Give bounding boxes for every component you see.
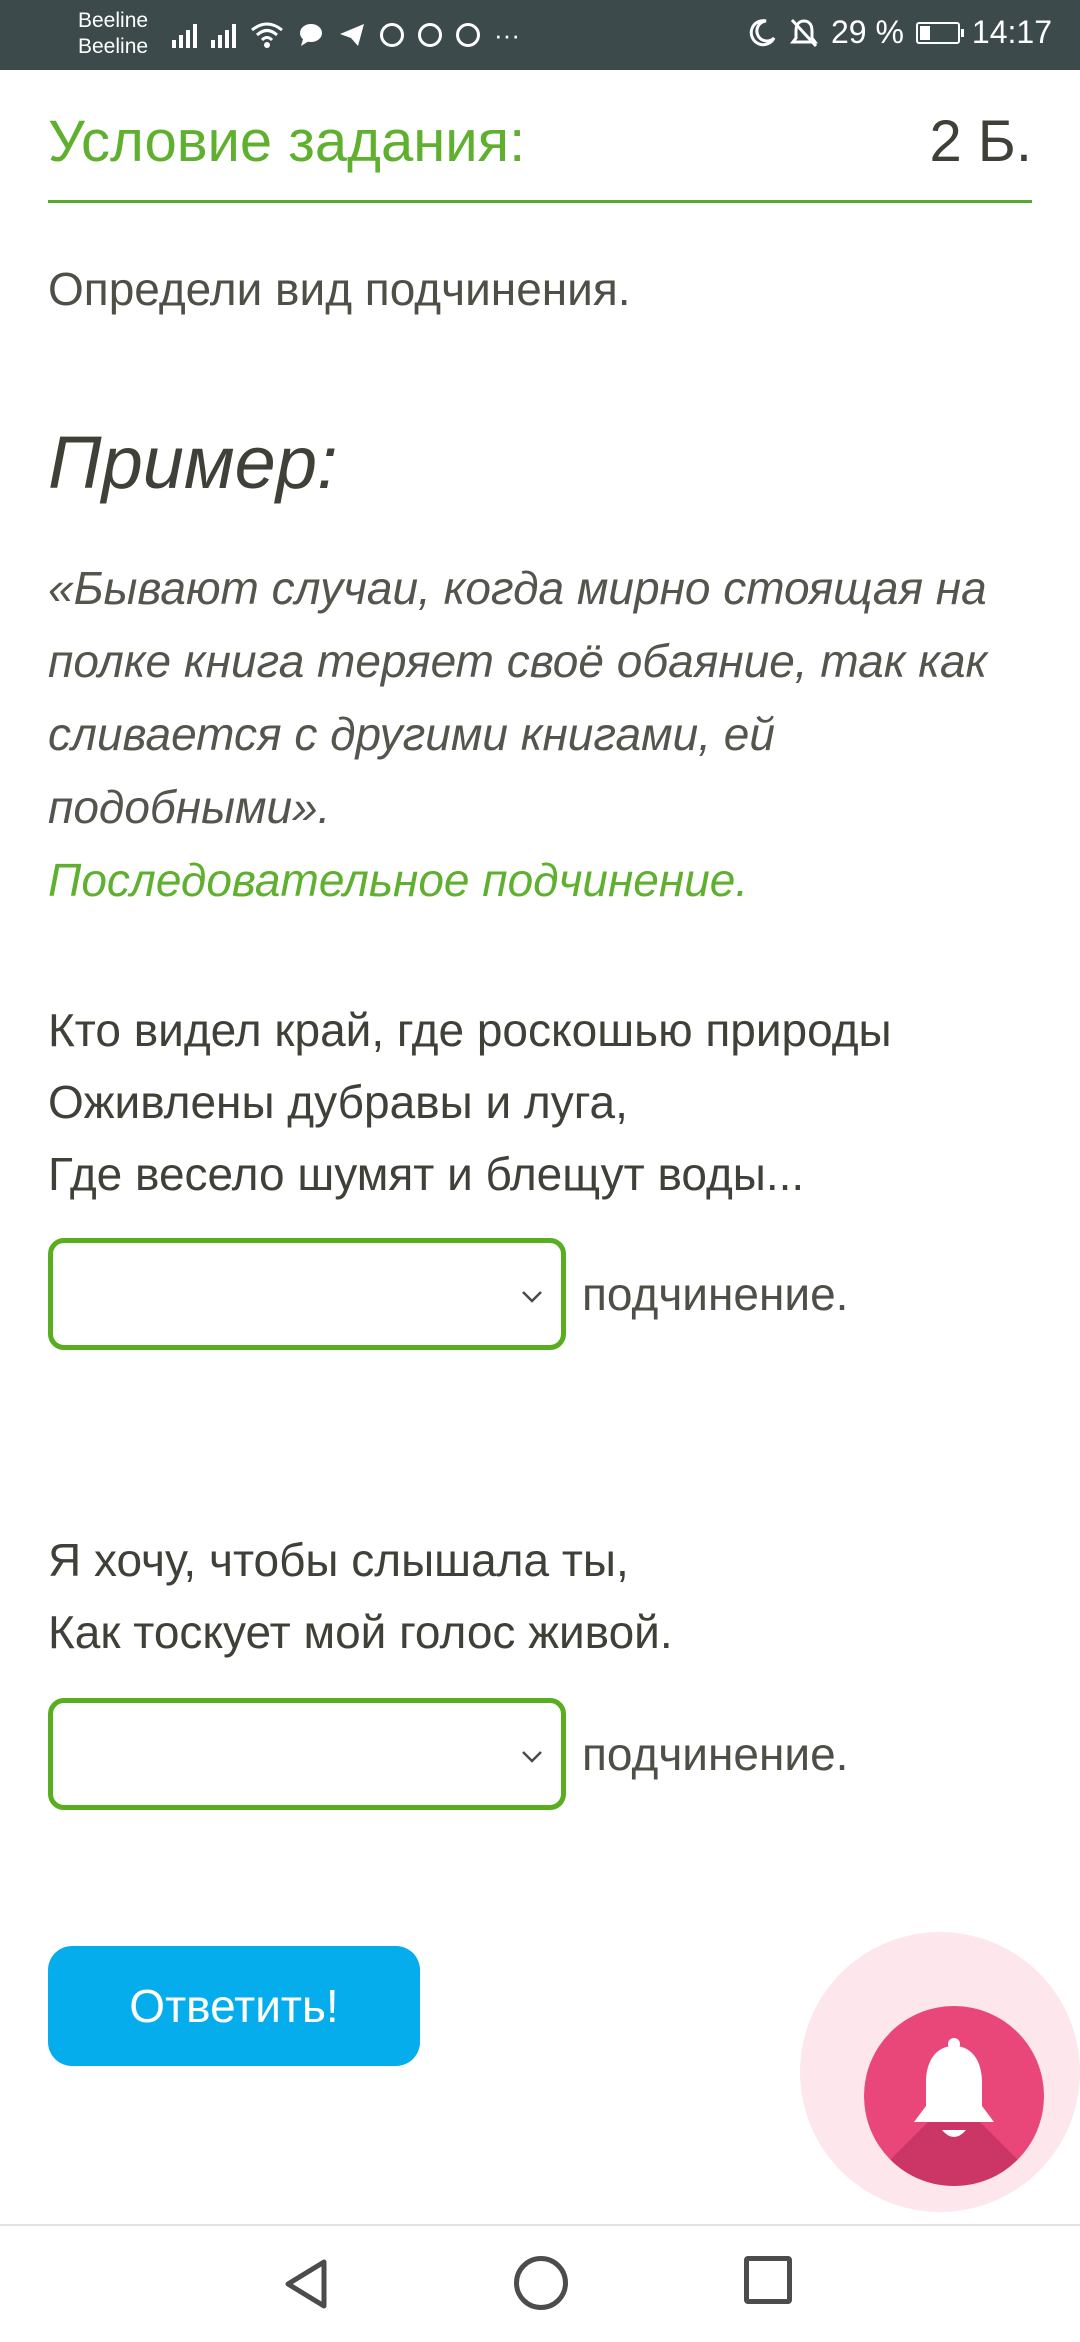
bell-off-icon — [789, 18, 818, 47]
example-line: полке книга теряет своё обаяние, так как — [48, 635, 988, 687]
signal-icon — [211, 22, 236, 48]
chrome-icon — [456, 23, 480, 47]
question-line: Кто видел край, где роскошью природы — [48, 1004, 892, 1056]
chevron-down-icon — [522, 1291, 542, 1303]
example-answer: Последовательное подчинение. — [48, 854, 749, 906]
recent-apps-icon[interactable] — [744, 2256, 792, 2304]
question-line: Оживлены дубравы и луга, — [48, 1076, 628, 1128]
battery-percent: 29 % — [830, 14, 904, 50]
example-block: «Бывают случаи, когда мирно стоящая на п… — [48, 552, 1032, 917]
status-bar: Beeline Beeline ··· 29 % 14:17 — [0, 0, 1080, 70]
example-line: сливается с другими книгами, ей — [48, 708, 775, 760]
points-badge: 2 Б. — [929, 109, 1032, 174]
subordination-type-select-2[interactable] — [48, 1698, 566, 1810]
clock: 14:17 — [971, 14, 1052, 50]
example-heading: Пример: — [48, 421, 338, 504]
page-title: Условие задания: — [48, 109, 526, 174]
system-nav-bar — [0, 2224, 1080, 2342]
example-line: подобными». — [48, 781, 331, 833]
chrome-icon — [418, 23, 442, 47]
carrier-1: Beeline — [78, 9, 149, 32]
example-line: «Бывают случаи, когда мирно стоящая на — [48, 562, 987, 614]
battery-icon — [915, 21, 964, 44]
task-instruction: Определи вид подчинения. — [48, 263, 631, 315]
question-line: Где весело шумят и блещут воды... — [48, 1148, 805, 1200]
task-header: Условие задания: 2 Б. — [48, 100, 1032, 203]
moon-icon — [749, 18, 776, 46]
carrier-names: Beeline Beeline — [78, 8, 148, 60]
notifications-button[interactable] — [864, 2006, 1044, 2186]
back-icon[interactable] — [280, 2256, 336, 2312]
select-suffix: подчинение. — [582, 1728, 849, 1780]
question-2-text: Я хочу, чтобы слышала ты, Как тоскует мо… — [48, 1524, 1032, 1668]
subordination-type-select-1[interactable] — [48, 1238, 566, 1350]
select-suffix: подчинение. — [582, 1268, 849, 1320]
chrome-icon — [380, 23, 404, 47]
question-1-answer-row: подчинение. — [48, 1238, 848, 1350]
question-2-answer-row: подчинение. — [48, 1698, 848, 1810]
question-line: Я хочу, чтобы слышала ты, — [48, 1534, 629, 1586]
bell-icon — [914, 2038, 994, 2137]
notification-icons: ··· — [172, 18, 520, 52]
home-icon[interactable] — [514, 2256, 568, 2310]
carrier-2: Beeline — [78, 35, 149, 58]
question-line: Как тоскует мой голос живой. — [48, 1606, 673, 1658]
message-icon — [300, 24, 322, 46]
status-right: 29 % 14:17 — [747, 14, 1052, 51]
chevron-down-icon — [522, 1751, 542, 1763]
signal-icon — [172, 22, 197, 48]
question-1-text: Кто видел край, где роскошью природы Ожи… — [48, 994, 1032, 1210]
more-notifications-icon: ··· — [494, 19, 520, 50]
wifi-icon — [251, 22, 283, 48]
submit-answer-button[interactable]: Ответить! — [48, 1946, 420, 2066]
telegram-icon — [340, 24, 364, 46]
